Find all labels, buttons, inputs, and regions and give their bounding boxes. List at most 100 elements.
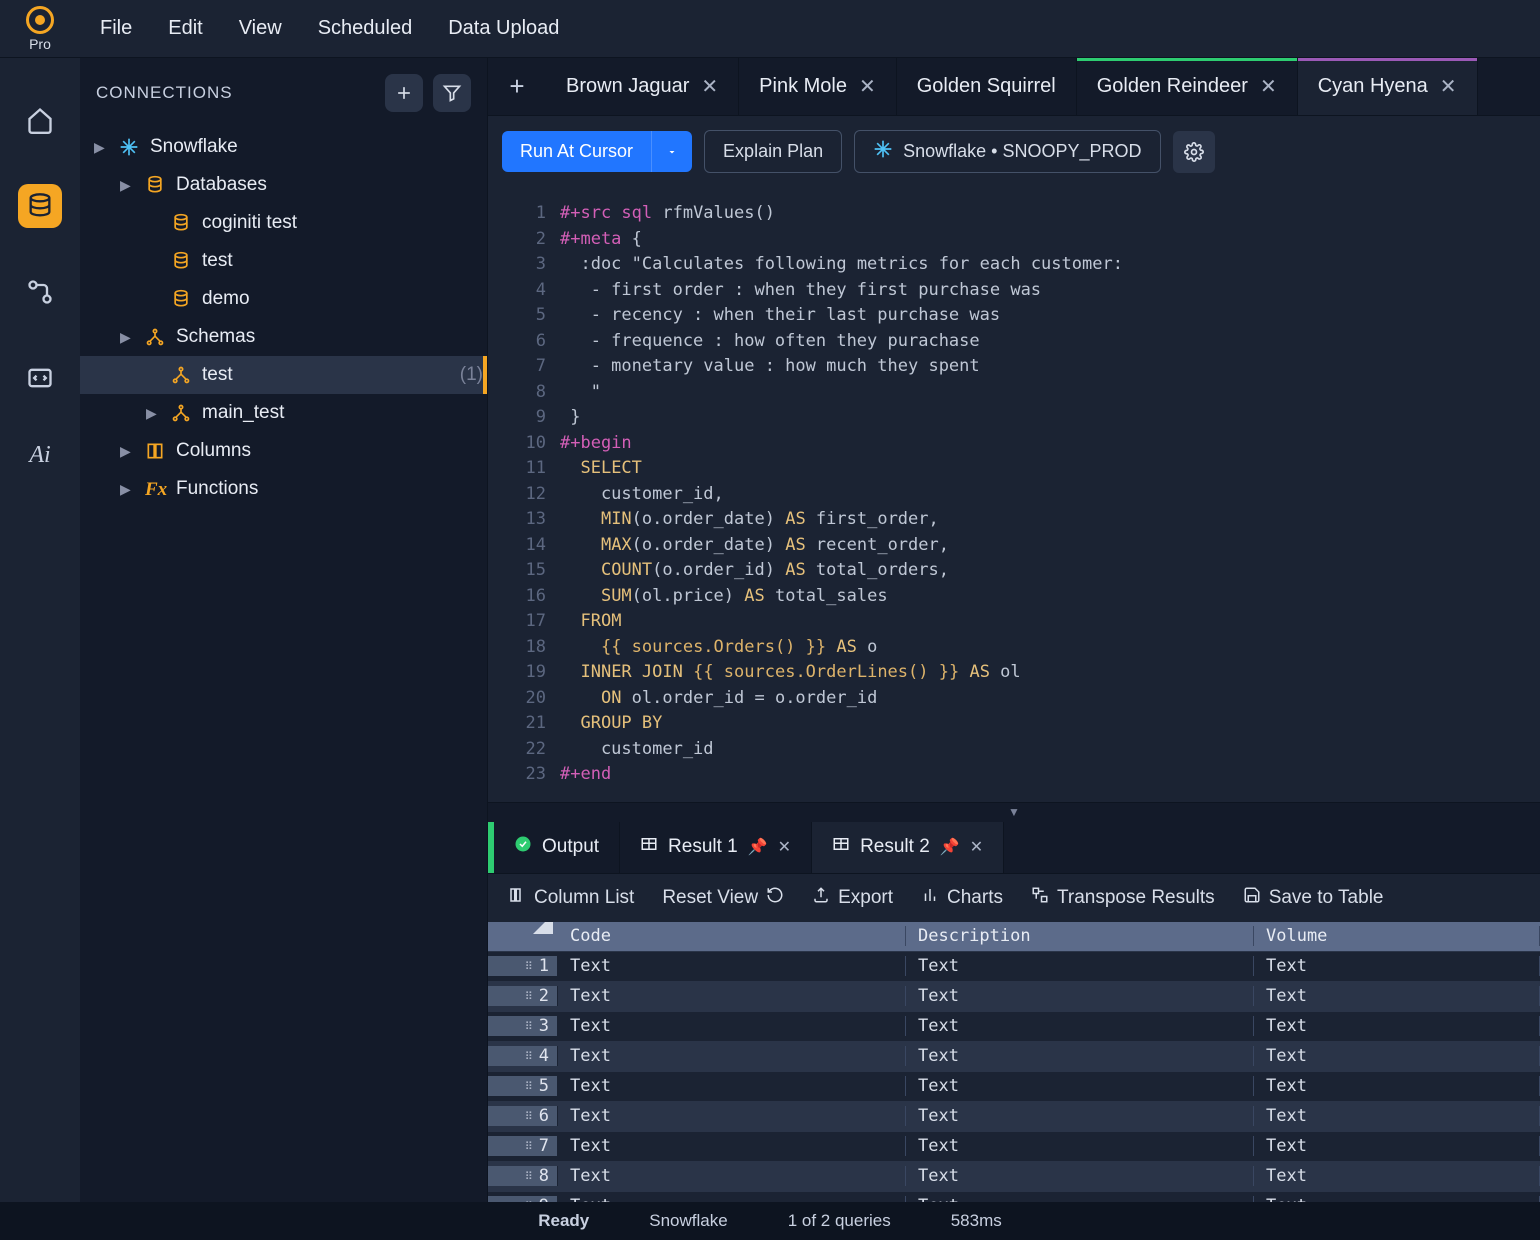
nav-flow-icon[interactable] (18, 270, 62, 314)
close-icon[interactable]: ✕ (859, 74, 876, 99)
row-number[interactable]: ⠿5 (488, 1076, 558, 1096)
table-cell[interactable]: Text (558, 1016, 906, 1036)
pane-splitter[interactable]: ▼ (488, 802, 1540, 822)
code-line[interactable]: - first order : when they first purchase… (560, 278, 1540, 304)
row-number[interactable]: ⠿8 (488, 1166, 558, 1186)
code-line[interactable]: - frequence : how often they purachase (560, 329, 1540, 355)
column-list-button[interactable]: Column List (508, 886, 634, 910)
table-cell[interactable]: Text (1254, 1076, 1540, 1096)
table-cell[interactable]: Text (1254, 1106, 1540, 1126)
reset-view-button[interactable]: Reset View (662, 886, 784, 910)
connection-chip[interactable]: Snowflake • SNOOPY_PROD (854, 130, 1160, 173)
explain-plan-button[interactable]: Explain Plan (704, 130, 842, 173)
code-line[interactable]: :doc "Calculates following metrics for e… (560, 252, 1540, 278)
table-row[interactable]: ⠿6TextTextText (488, 1102, 1540, 1132)
menu-view[interactable]: View (239, 17, 282, 40)
table-cell[interactable]: Text (906, 986, 1254, 1006)
row-number[interactable]: ⠿1 (488, 956, 558, 976)
tree-item-test[interactable]: test (1) (80, 356, 487, 394)
tree-item-schemas[interactable]: ▶ Schemas (80, 318, 487, 356)
table-cell[interactable]: Text (558, 1166, 906, 1186)
code-line[interactable]: MAX(o.order_date) AS recent_order, (560, 533, 1540, 559)
table-cell[interactable]: Text (558, 956, 906, 976)
table-cell[interactable]: Text (1254, 1136, 1540, 1156)
table-row[interactable]: ⠿1TextTextText (488, 952, 1540, 982)
code-line[interactable]: SELECT (560, 456, 1540, 482)
result-tab[interactable]: Output (494, 822, 620, 873)
table-cell[interactable]: Text (906, 1166, 1254, 1186)
editor-tab[interactable]: Golden Squirrel (897, 58, 1077, 115)
editor-tab[interactable]: Pink Mole✕ (739, 58, 897, 115)
menu-data-upload[interactable]: Data Upload (448, 17, 559, 40)
code-line[interactable]: #+begin (560, 431, 1540, 457)
row-number[interactable]: ⠿2 (488, 986, 558, 1006)
table-cell[interactable]: Text (1254, 1016, 1540, 1036)
row-number[interactable]: ⠿6 (488, 1106, 558, 1126)
code-line[interactable]: } (560, 405, 1540, 431)
table-cell[interactable]: Text (558, 986, 906, 1006)
close-icon[interactable]: ✕ (778, 837, 791, 857)
result-tab[interactable]: Result 2📌✕ (812, 822, 1004, 873)
filter-button[interactable] (433, 74, 471, 112)
tree-item-snowflake[interactable]: ▶ Snowflake (80, 128, 487, 166)
table-cell[interactable]: Text (558, 1046, 906, 1066)
transpose-results-button[interactable]: Transpose Results (1031, 886, 1215, 910)
table-cell[interactable]: Text (906, 1136, 1254, 1156)
menu-file[interactable]: File (100, 17, 132, 40)
editor-tab[interactable]: Cyan Hyena✕ (1298, 58, 1478, 115)
table-cell[interactable]: Text (906, 1076, 1254, 1096)
editor-tab[interactable]: Golden Reindeer✕ (1077, 58, 1298, 115)
close-icon[interactable]: ✕ (1440, 74, 1457, 99)
code-line[interactable]: MIN(o.order_date) AS first_order, (560, 507, 1540, 533)
code-line[interactable]: #+src sql rfmValues() (560, 201, 1540, 227)
new-tab-button[interactable]: + (488, 58, 546, 115)
table-cell[interactable]: Text (906, 1016, 1254, 1036)
row-number[interactable]: ⠿4 (488, 1046, 558, 1066)
column-header[interactable]: Volume (1254, 926, 1540, 946)
code-line[interactable]: INNER JOIN {{ sources.OrderLines() }} AS… (560, 660, 1540, 686)
code-line[interactable]: SUM(ol.price) AS total_sales (560, 584, 1540, 610)
close-icon[interactable]: ✕ (701, 74, 718, 99)
table-cell[interactable]: Text (558, 1136, 906, 1156)
charts-button[interactable]: Charts (921, 886, 1003, 910)
result-tab[interactable]: Result 1📌✕ (620, 822, 812, 873)
close-icon[interactable]: ✕ (1260, 74, 1277, 99)
code-line[interactable]: ON ol.order_id = o.order_id (560, 686, 1540, 712)
code-line[interactable]: " (560, 380, 1540, 406)
table-cell[interactable]: Text (1254, 1046, 1540, 1066)
code-line[interactable]: - monetary value : how much they spent (560, 354, 1540, 380)
tree-item-columns[interactable]: ▶ Columns (80, 432, 487, 470)
pin-icon[interactable]: 📌 (940, 837, 960, 857)
tree-item-databases[interactable]: ▶ Databases (80, 166, 487, 204)
nav-database-icon[interactable] (18, 184, 62, 228)
table-cell[interactable]: Text (558, 1076, 906, 1096)
settings-button[interactable] (1173, 131, 1215, 173)
column-header[interactable]: Description (906, 926, 1254, 946)
code-line[interactable]: GROUP BY (560, 711, 1540, 737)
tree-item-coginiti-test[interactable]: coginiti test (80, 204, 487, 242)
table-row[interactable]: ⠿3TextTextText (488, 1012, 1540, 1042)
nav-home-icon[interactable] (18, 98, 62, 142)
add-connection-button[interactable] (385, 74, 423, 112)
table-cell[interactable]: Text (1254, 1166, 1540, 1186)
nav-code-icon[interactable] (18, 356, 62, 400)
row-number[interactable]: ⠿3 (488, 1016, 558, 1036)
table-cell[interactable]: Text (558, 1106, 906, 1126)
table-row[interactable]: ⠿9TextTextText (488, 1192, 1540, 1203)
code-line[interactable]: FROM (560, 609, 1540, 635)
menu-edit[interactable]: Edit (168, 17, 202, 40)
table-cell[interactable]: Text (906, 1046, 1254, 1066)
table-cell[interactable]: Text (1254, 956, 1540, 976)
run-dropdown[interactable] (651, 131, 692, 172)
tree-item-demo[interactable]: demo (80, 280, 487, 318)
close-icon[interactable]: ✕ (970, 837, 983, 857)
tree-item-functions[interactable]: ▶ Fx Functions (80, 470, 487, 508)
editor-tab[interactable]: Brown Jaguar✕ (546, 58, 739, 115)
tree-item-main_test[interactable]: ▶ main_test (80, 394, 487, 432)
code-line[interactable]: customer_id (560, 737, 1540, 763)
code-line[interactable]: COUNT(o.order_id) AS total_orders, (560, 558, 1540, 584)
table-cell[interactable]: Text (906, 956, 1254, 976)
code-line[interactable]: customer_id, (560, 482, 1540, 508)
run-button[interactable]: Run At Cursor (502, 131, 651, 172)
tree-item-test[interactable]: test (80, 242, 487, 280)
